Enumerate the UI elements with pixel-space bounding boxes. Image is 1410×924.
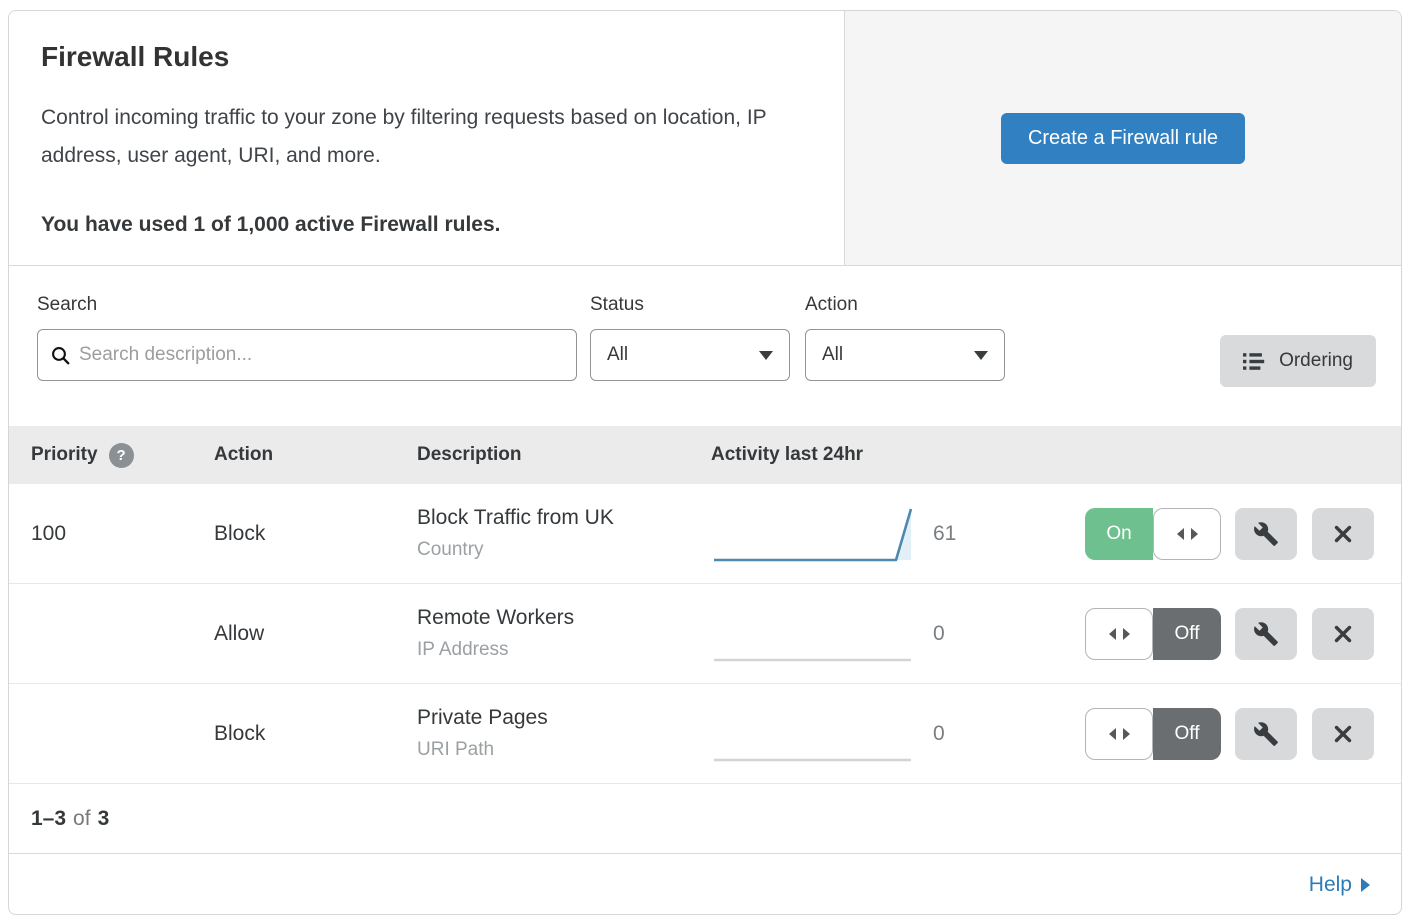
header-section: Firewall Rules Control incoming traffic … <box>9 11 1401 266</box>
x-icon <box>1331 522 1355 546</box>
table-header-row: Priority ? Action Description Activity l… <box>9 426 1401 484</box>
search-group: Search <box>37 294 577 426</box>
usage-note: You have used 1 of 1,000 active Firewall… <box>41 213 808 237</box>
search-label: Search <box>37 294 577 316</box>
rule-priority: 100 <box>31 522 214 546</box>
rule-controls: Off <box>1085 708 1374 760</box>
left-right-arrows-icon[interactable] <box>1085 608 1153 660</box>
rule-enabled-toggle[interactable]: Off <box>1085 708 1221 760</box>
wrench-icon <box>1253 621 1279 647</box>
table-row: Block Private Pages URI Path 0 Off <box>9 684 1401 784</box>
rule-title: Private Pages <box>417 706 711 730</box>
rule-type: Country <box>417 539 711 561</box>
chevron-down-icon <box>759 351 773 360</box>
toggle-off-label: Off <box>1153 608 1221 660</box>
column-header-description: Description <box>417 444 711 466</box>
filter-bar: Search Status All Action All <box>9 266 1401 426</box>
activity-count: 61 <box>933 522 1021 546</box>
rule-description-cell: Block Traffic from UK Country <box>417 506 711 561</box>
help-link-label: Help <box>1309 873 1352 897</box>
x-icon <box>1331 622 1355 646</box>
search-box[interactable] <box>37 329 577 381</box>
activity-count: 0 <box>933 722 1021 746</box>
status-label: Status <box>590 294 790 316</box>
rule-controls: Off <box>1085 608 1374 660</box>
status-select[interactable]: All <box>590 329 790 381</box>
status-filter-group: Status All <box>590 294 790 426</box>
help-link[interactable]: Help <box>1309 873 1370 897</box>
ordering-button-label: Ordering <box>1279 350 1353 372</box>
activity-sparkline <box>711 503 916 565</box>
toggle-on-label: On <box>1085 508 1153 560</box>
list-icon <box>1243 351 1266 372</box>
delete-rule-button[interactable] <box>1312 508 1374 560</box>
rule-description-cell: Private Pages URI Path <box>417 706 711 761</box>
action-filter-group: Action All <box>805 294 1005 426</box>
create-firewall-rule-button[interactable]: Create a Firewall rule <box>1001 113 1245 164</box>
pagination-bar: 1–3 of 3 <box>9 784 1401 854</box>
toggle-off-label: Off <box>1153 708 1221 760</box>
rule-controls: On <box>1085 508 1374 560</box>
column-header-activity: Activity last 24hr <box>711 444 933 466</box>
priority-header-label: Priority <box>31 444 98 466</box>
ordering-button[interactable]: Ordering <box>1220 335 1376 387</box>
pagination-of-label: of <box>73 807 91 831</box>
pagination-total: 3 <box>98 807 110 831</box>
delete-rule-button[interactable] <box>1312 608 1374 660</box>
rule-action: Block <box>214 522 417 546</box>
rule-type: URI Path <box>417 739 711 761</box>
action-selected-value: All <box>822 344 843 366</box>
rule-title: Remote Workers <box>417 606 711 630</box>
question-circle-icon[interactable]: ? <box>109 443 134 468</box>
activity-count: 0 <box>933 622 1021 646</box>
column-header-priority: Priority ? <box>31 443 214 468</box>
edit-rule-button[interactable] <box>1235 508 1297 560</box>
right-arrow-icon <box>1361 878 1370 892</box>
left-right-arrows-icon[interactable] <box>1085 708 1153 760</box>
rule-description-cell: Remote Workers IP Address <box>417 606 711 661</box>
rule-action: Block <box>214 722 417 746</box>
activity-sparkline <box>711 703 916 765</box>
activity-sparkline <box>711 603 916 665</box>
help-bar: Help <box>9 854 1401 915</box>
rule-type: IP Address <box>417 639 711 661</box>
header-action-area: Create a Firewall rule <box>845 11 1401 265</box>
edit-rule-button[interactable] <box>1235 708 1297 760</box>
rule-enabled-toggle[interactable]: Off <box>1085 608 1221 660</box>
delete-rule-button[interactable] <box>1312 708 1374 760</box>
x-icon <box>1331 722 1355 746</box>
table-row: Allow Remote Workers IP Address 0 Off <box>9 584 1401 684</box>
page-description: Control incoming traffic to your zone by… <box>41 99 808 175</box>
page-title: Firewall Rules <box>41 41 808 73</box>
rule-enabled-toggle[interactable]: On <box>1085 508 1221 560</box>
column-header-action: Action <box>214 444 417 466</box>
left-right-arrows-icon[interactable] <box>1153 508 1221 560</box>
edit-rule-button[interactable] <box>1235 608 1297 660</box>
pagination-range: 1–3 <box>31 807 66 831</box>
action-label: Action <box>805 294 1005 316</box>
action-select[interactable]: All <box>805 329 1005 381</box>
header-text-area: Firewall Rules Control incoming traffic … <box>9 11 845 265</box>
wrench-icon <box>1253 721 1279 747</box>
search-input[interactable] <box>79 344 563 366</box>
wrench-icon <box>1253 521 1279 547</box>
chevron-down-icon <box>974 351 988 360</box>
magnifier-icon <box>51 346 70 365</box>
rule-action: Allow <box>214 622 417 646</box>
status-selected-value: All <box>607 344 628 366</box>
firewall-rules-card: Firewall Rules Control incoming traffic … <box>8 10 1402 915</box>
rule-title: Block Traffic from UK <box>417 506 711 530</box>
table-row: 100 Block Block Traffic from UK Country … <box>9 484 1401 584</box>
